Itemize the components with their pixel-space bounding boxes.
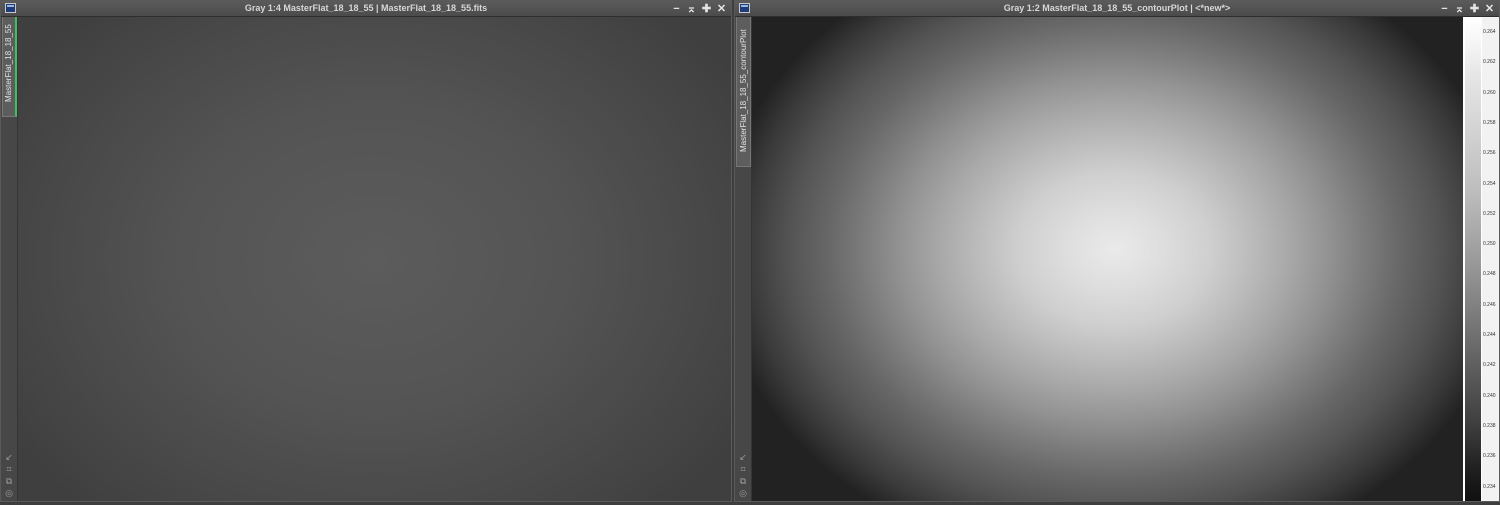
minimize-button[interactable]: − [671, 2, 682, 16]
colorbar-tick-label: 0.246 [1483, 301, 1496, 308]
clone-view-icon[interactable]: ⧉ [6, 476, 12, 486]
view-tab-masterflat[interactable]: MasterFlat_18_18_55 [2, 17, 17, 117]
colorbar-tick-label: 0.254 [1483, 180, 1496, 187]
left-window-sidebar: MasterFlat_18_18_55 ↙ ⌗ ⧉ ◎ [1, 17, 18, 501]
colorbar-tick-label: 0.248 [1483, 271, 1496, 278]
close-button[interactable]: ✕ [716, 2, 727, 16]
colorbar-tick-label: 0.258 [1483, 119, 1496, 126]
right-window-title: Gray 1:2 MasterFlat_18_18_55_contourPlot… [1003, 3, 1231, 13]
colorbar-tick-label: 0.260 [1483, 89, 1496, 96]
left-window-title: Gray 1:4 MasterFlat_18_18_55 | MasterFla… [244, 3, 488, 13]
colorbar-tick-label: 0.234 [1483, 483, 1496, 490]
colorbar-gradient [1465, 17, 1481, 501]
maximize-button[interactable]: ✚ [1469, 2, 1480, 16]
colorbar-tick-label: 0.264 [1483, 29, 1496, 35]
colorbar-tick-label: 0.238 [1483, 422, 1496, 429]
contour-plot-image-view[interactable] [752, 17, 1463, 501]
shade-button[interactable]: ⌅ [686, 2, 697, 16]
colorbar-tick-label: 0.256 [1483, 150, 1496, 157]
shade-button[interactable]: ⌅ [1454, 2, 1465, 16]
masterflat-image-view[interactable] [18, 17, 731, 501]
target-icon[interactable]: ◎ [5, 488, 13, 498]
minimize-button[interactable]: − [1439, 2, 1450, 16]
contour-colorbar: 0.264 0.262 0.260 0.258 0.256 0.254 0.252 0.250… [1463, 17, 1499, 501]
colorbar-tick-label: 0.244 [1483, 332, 1496, 338]
right-window-titlebar[interactable]: Gray 1:2 MasterFlat_18_18_55_contourPlot… [735, 1, 1499, 17]
colorbar-tick-label: 0.250 [1483, 241, 1496, 248]
target-icon[interactable]: ◎ [739, 488, 747, 498]
view-tab-contourplot[interactable]: MasterFlat_18_18_55_contourPlot [736, 17, 751, 167]
colorbar-tick-label: 0.236 [1483, 453, 1496, 460]
zoom-arrow-icon[interactable]: ↙ [739, 452, 747, 462]
view-tab-label: MasterFlat_18_18_55_contourPlot [738, 29, 748, 152]
left-window-titlebar[interactable]: Gray 1:4 MasterFlat_18_18_55 | MasterFla… [1, 1, 731, 17]
colorbar-tick-label: 0.252 [1483, 210, 1496, 217]
colorbar-tick-label: 0.240 [1483, 392, 1496, 399]
clone-view-icon[interactable]: ⧉ [740, 476, 746, 486]
close-button[interactable]: ✕ [1484, 2, 1495, 16]
right-window-sidebar: MasterFlat_18_18_55_contourPlot ↙ ⌗ ⧉ ◎ [735, 17, 752, 501]
left-image-window[interactable]: Gray 1:4 MasterFlat_18_18_55 | MasterFla… [0, 0, 732, 502]
fit-view-icon[interactable]: ⌗ [740, 464, 745, 474]
colorbar-tick-label: 0.242 [1483, 362, 1496, 369]
maximize-button[interactable]: ✚ [701, 2, 712, 16]
right-image-window[interactable]: Gray 1:2 MasterFlat_18_18_55_contourPlot… [734, 0, 1500, 502]
view-tab-label: MasterFlat_18_18_55 [4, 24, 13, 102]
zoom-arrow-icon[interactable]: ↙ [5, 452, 13, 462]
colorbar-tick-labels: 0.264 0.262 0.260 0.258 0.256 0.254 0.252 0.250… [1482, 17, 1499, 501]
colorbar-tick-label: 0.262 [1483, 59, 1496, 66]
fit-view-icon[interactable]: ⌗ [6, 464, 11, 474]
